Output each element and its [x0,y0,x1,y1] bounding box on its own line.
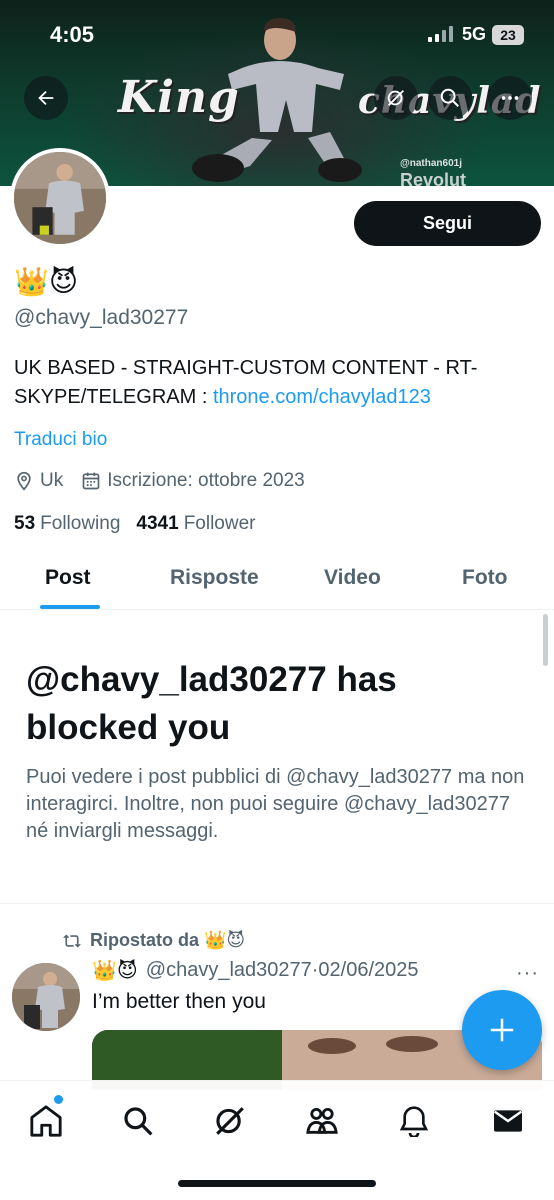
banner-watermark-handle: @nathan601j [400,158,462,169]
followers-stat[interactable]: 4341 Follower [136,513,255,535]
post-avatar-photo [12,963,80,1031]
calendar-icon [82,472,100,490]
profile-joined: Iscrizione: ottobre 2023 [107,470,305,491]
home-icon [30,1105,62,1137]
post-author-avatar[interactable] [12,963,80,1031]
following-label: Following [40,513,121,534]
search-icon [440,88,459,107]
back-button[interactable] [24,76,68,120]
home-notification-dot [54,1095,63,1104]
banner-watermark-brand: Revolut [400,170,467,186]
communities-icon [306,1107,338,1134]
follow-button[interactable]: Segui [354,201,541,246]
post-text: I’m better then you [92,990,266,1013]
tab-post[interactable]: Post [45,566,91,590]
scrollbar[interactable] [543,614,548,666]
grok-button[interactable] [374,76,418,120]
banner-title-left: King [118,72,240,123]
followers-count: 4341 [136,513,179,534]
profile-location: Uk [40,470,64,491]
followers-label: Follower [183,513,256,534]
tab-video[interactable]: Video [324,566,381,590]
post-author-name[interactable]: 👑😈 [92,958,138,983]
home-indicator[interactable] [178,1180,376,1187]
tab-foto[interactable]: Foto [462,566,507,590]
display-name: 👑😈 [14,266,79,297]
active-tab-indicator [40,605,100,609]
profile-meta: Uk Iscrizione: ottobre 2023 [14,470,323,492]
plus-icon [490,1018,514,1042]
grok-icon [387,90,404,106]
profile-stats: 53 Following 4341 Follower [14,513,272,535]
mail-icon [493,1110,523,1132]
profile-handle: @chavy_lad30277 [14,306,189,329]
post-separator: · [311,959,319,981]
arrow-left-icon [38,90,54,106]
more-icon [501,96,519,100]
post-author-handle[interactable]: @chavy_lad30277 [146,959,312,982]
nav-notifications[interactable] [394,1101,434,1141]
status-bar: 4:05 5G 23 [0,0,554,70]
compose-button[interactable] [462,990,542,1070]
post-more-button[interactable]: ··· [516,962,539,985]
blocked-description: Puoi vedere i post pubblici di @chavy_la… [26,766,525,842]
network-type: 5G [462,24,487,44]
following-stat[interactable]: 53 Following [14,513,120,535]
profile-tabs: Post Risposte Video Foto [0,552,554,610]
repost-icon [63,933,81,948]
signal-icon [428,26,453,42]
following-count: 53 [14,513,36,534]
search-icon [124,1107,153,1136]
status-time: 4:05 [50,22,95,47]
tab-risposte[interactable]: Risposte [170,566,259,590]
profile-avatar[interactable] [10,148,110,248]
profile-bio: UK BASED - STRAIGHT-CUSTOM CONTENT - RT-… [14,354,544,412]
repost-indicator: Ripostato da 👑😈 [62,930,245,951]
blocked-title: @chavy_lad30277 has blocked you [26,660,397,747]
repost-label: Ripostato da 👑😈 [90,930,246,950]
nav-messages[interactable] [488,1101,528,1141]
avatar-photo [14,152,106,244]
nav-search[interactable] [118,1101,158,1141]
grok-icon [216,1107,244,1135]
nav-grok[interactable] [210,1101,250,1141]
nav-communities[interactable] [302,1101,342,1141]
battery-indicator: 23 [492,25,524,45]
bio-link[interactable]: throne.com/chavylad123 [213,386,431,408]
post-date: 02/06/2025 [318,959,419,981]
bell-icon [399,1106,429,1137]
translate-bio-link[interactable]: Traduci bio [14,429,107,451]
location-pin-icon [17,471,31,491]
section-divider [0,903,554,904]
search-button[interactable] [428,76,472,120]
more-button[interactable] [488,76,532,120]
nav-home[interactable] [26,1101,66,1141]
post-header: 👑😈 @chavy_lad30277 · 02/06/2025 [92,958,419,983]
